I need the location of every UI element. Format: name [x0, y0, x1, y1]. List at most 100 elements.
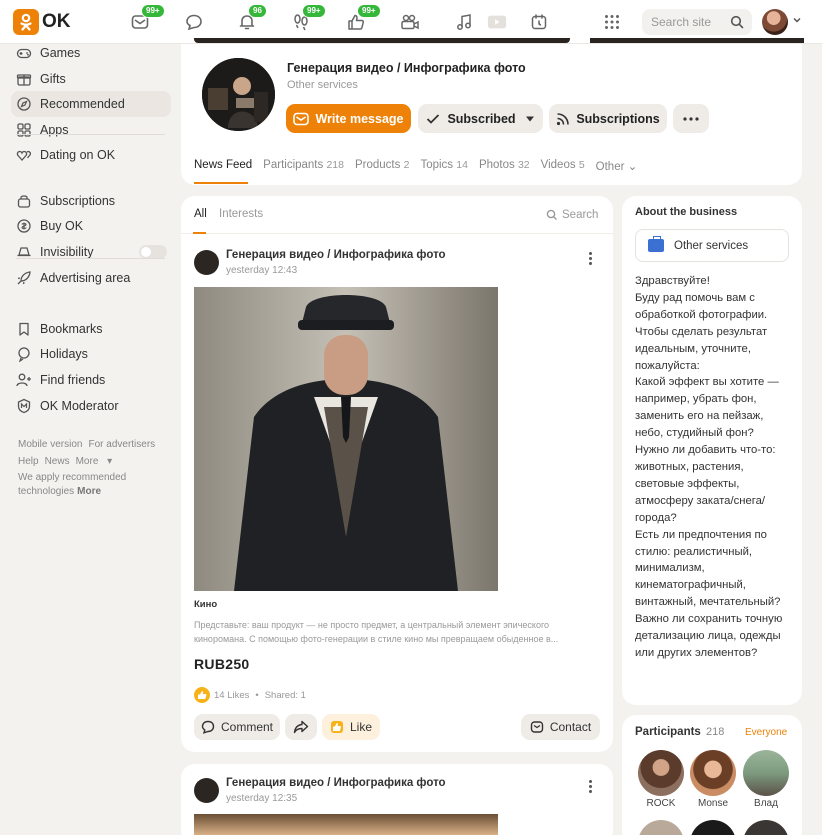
tab-products[interactable]: Products 2: [355, 159, 409, 173]
post-author-name[interactable]: Генерация видео / Инфографика фото: [226, 777, 446, 789]
tab-count: 5: [578, 159, 585, 171]
guests-nav[interactable]: 99+: [291, 4, 326, 32]
tab-count: 218: [326, 159, 344, 171]
post-image[interactable]: [194, 287, 498, 591]
product-price: RUB250: [194, 656, 250, 672]
music-note-icon: [457, 14, 471, 30]
share-button[interactable]: [285, 714, 317, 740]
calendar-nav[interactable]: [529, 12, 549, 32]
invisibility-toggle[interactable]: [139, 245, 167, 259]
gift-icon: [16, 71, 32, 87]
rss-icon: [557, 112, 570, 125]
subscribed-button[interactable]: Subscribed: [418, 104, 543, 133]
tab-videos[interactable]: Videos 5: [541, 159, 585, 173]
sidebar-item-subscriptions[interactable]: Subscriptions: [11, 188, 171, 214]
comment-button[interactable]: Comment: [194, 714, 280, 740]
tab-participants[interactable]: Participants 218: [263, 159, 344, 173]
logo-text: OK: [42, 11, 71, 32]
sidebar-item-bookmarks[interactable]: Bookmarks: [11, 316, 171, 342]
post-image[interactable]: [194, 814, 498, 835]
tab-count: 32: [517, 159, 530, 171]
like-reaction-icon: [194, 687, 210, 703]
news-link[interactable]: News: [45, 456, 70, 467]
sidebar-item-gifts[interactable]: Gifts: [11, 66, 171, 92]
ok-logo[interactable]: OK: [13, 9, 71, 35]
notifications-nav[interactable]: 96: [237, 4, 267, 32]
sidebar-item-advertising[interactable]: Advertising area: [11, 265, 171, 291]
sidebar-item-invisibility[interactable]: Invisibility: [11, 239, 171, 265]
more-actions-button[interactable]: [673, 104, 709, 133]
participant-name[interactable]: Влад: [743, 798, 789, 809]
product-name[interactable]: Кино: [194, 599, 217, 610]
post-author-avatar[interactable]: [194, 250, 219, 275]
services-nav[interactable]: [602, 12, 622, 32]
feed-tab-interests[interactable]: Interests: [219, 208, 263, 220]
write-message-button[interactable]: Write message: [286, 104, 411, 133]
help-link[interactable]: Help: [18, 456, 39, 467]
post-author-name[interactable]: Генерация видео / Инфографика фото: [226, 249, 446, 261]
sidebar-item-find-friends[interactable]: Find friends: [11, 367, 171, 393]
like-button[interactable]: Like: [322, 714, 380, 740]
contact-button[interactable]: Contact: [521, 714, 600, 740]
tab-photos[interactable]: Photos 32: [479, 159, 530, 173]
post-timestamp[interactable]: yesterday 12:43: [226, 265, 297, 276]
sidebar-item-buy-ok[interactable]: Buy OK: [11, 213, 171, 239]
sidebar-item-recommended[interactable]: Recommended: [11, 91, 171, 117]
participants-everyone-link[interactable]: Everyone: [745, 727, 787, 738]
search-icon: [546, 209, 557, 220]
briefcase-icon: [648, 236, 664, 252]
music-nav[interactable]: [454, 12, 474, 32]
likes-nav[interactable]: 99+: [346, 4, 381, 32]
tab-other[interactable]: Other ⌄: [596, 159, 638, 173]
sidebar-item-label: Holidays: [40, 347, 88, 361]
group-category[interactable]: Other services: [287, 79, 358, 91]
user-avatar[interactable]: [762, 9, 788, 35]
feed-tab-indicator: [193, 232, 206, 234]
post-author-avatar[interactable]: [194, 778, 219, 803]
group-tabs: News Feed Participants 218 Products 2 To…: [194, 159, 648, 173]
other-services-button[interactable]: Other services: [635, 229, 789, 262]
sidebar-item-games[interactable]: Games: [11, 40, 171, 66]
hearts-icon: [16, 147, 32, 163]
sidebar-item-dating[interactable]: Dating on OK: [11, 142, 171, 168]
tab-news-feed[interactable]: News Feed: [194, 159, 252, 173]
grid-dots-icon: [605, 15, 619, 29]
likes-count[interactable]: 14 Likes: [214, 690, 249, 701]
like-icon: [330, 720, 344, 734]
subscribed-label: Subscribed: [447, 111, 516, 126]
video-play-nav[interactable]: [487, 12, 507, 32]
advertisers-link[interactable]: For advertisers: [88, 439, 155, 450]
more-link[interactable]: More ▾: [76, 456, 119, 467]
chevron-down-icon[interactable]: [792, 15, 802, 25]
subscriptions-label: Subscriptions: [576, 111, 660, 126]
site-search-input[interactable]: Search site: [642, 9, 752, 35]
participants-title[interactable]: Participants: [635, 726, 701, 738]
shared-count[interactable]: Shared: 1: [265, 690, 306, 701]
sidebar-item-apps[interactable]: Apps: [11, 117, 171, 143]
sidebar-item-holidays[interactable]: Holidays: [11, 341, 171, 367]
mobile-version-link[interactable]: Mobile version: [18, 439, 82, 450]
apps-grid-icon: [16, 122, 32, 138]
subscriptions-button[interactable]: Subscriptions: [549, 104, 667, 133]
sidebar-item-moderator[interactable]: OK Moderator: [11, 393, 171, 419]
search-icon[interactable]: [730, 15, 744, 29]
participant-name[interactable]: ROCK: [638, 798, 684, 809]
sidebar-item-label: Bookmarks: [40, 322, 103, 336]
post-menu-kebab-icon[interactable]: [589, 252, 593, 267]
holiday-icon: [16, 346, 32, 362]
messages-nav[interactable]: 99+: [130, 4, 165, 32]
participant-avatar[interactable]: [690, 750, 736, 796]
participant-avatar[interactable]: [743, 750, 789, 796]
post-timestamp[interactable]: yesterday 12:35: [226, 793, 297, 804]
discussions-nav[interactable]: [184, 12, 204, 32]
participant-avatar[interactable]: [638, 750, 684, 796]
participant-name[interactable]: Monse: [690, 798, 736, 809]
feed-tab-all[interactable]: All: [194, 208, 207, 220]
tab-topics[interactable]: Topics 14: [420, 159, 468, 173]
group-avatar[interactable]: [200, 56, 277, 133]
feed-search[interactable]: Search: [546, 209, 598, 221]
tech-more-link[interactable]: More: [77, 486, 101, 497]
more-dots-icon: [683, 116, 699, 121]
video-nav[interactable]: [400, 12, 420, 32]
post-menu-kebab-icon[interactable]: [589, 780, 593, 795]
